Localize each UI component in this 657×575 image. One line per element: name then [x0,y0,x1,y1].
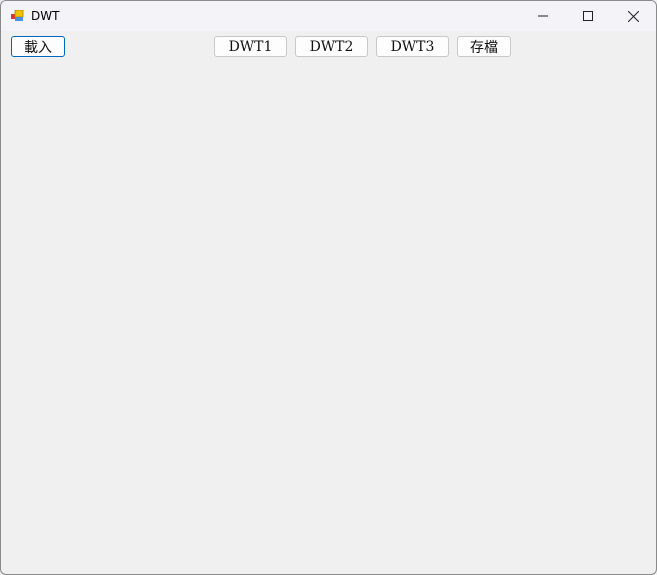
minimize-button[interactable] [520,1,566,31]
load-button[interactable]: 載入 [11,36,65,57]
maximize-button[interactable] [565,1,611,31]
dwt3-button[interactable]: DWT3 [376,36,449,57]
app-window: DWT 載入 DWT1 DWT2 DWT3 存檔 [0,0,657,575]
dwt2-button[interactable]: DWT2 [295,36,368,57]
close-button[interactable] [610,1,656,31]
minimize-icon [538,15,548,17]
dwt1-button[interactable]: DWT1 [214,36,287,57]
app-icon [11,10,24,21]
window-title: DWT [31,9,60,23]
title-bar: DWT [1,1,656,31]
close-icon [627,10,639,22]
save-button[interactable]: 存檔 [457,36,511,57]
maximize-icon [583,11,593,21]
